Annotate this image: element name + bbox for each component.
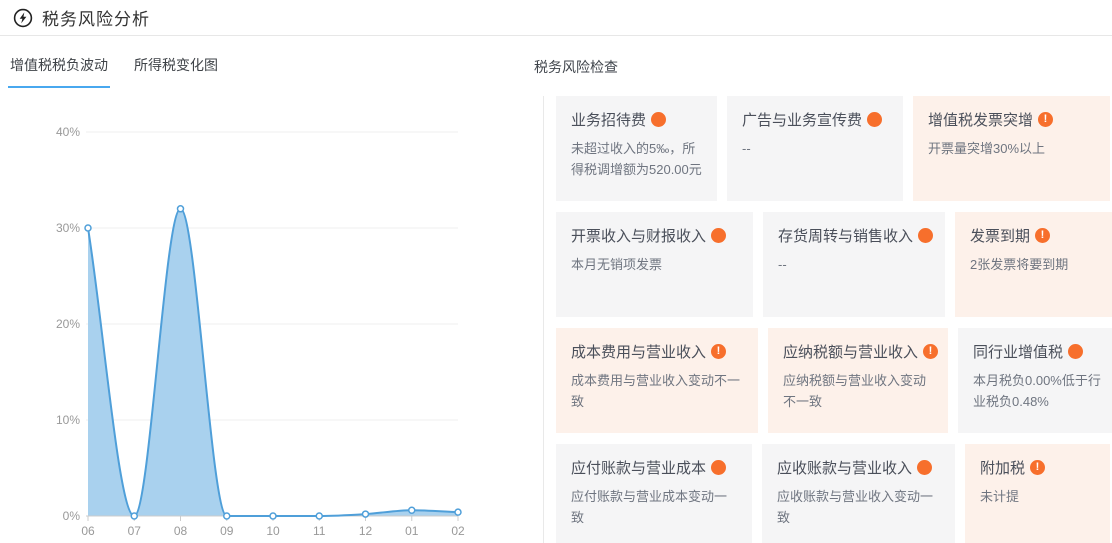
risk-card-cost-vs-revenue: 成本费用与营业收入! 成本费用与营业收入变动不一致 — [556, 328, 758, 433]
warning-icon: ! — [1035, 228, 1050, 243]
svg-text:11: 11 — [313, 524, 326, 538]
risk-card-desc: 本月无销项发票 — [571, 254, 738, 275]
risk-card-title: 存货周转与销售收入 — [778, 225, 913, 246]
content: 增值税税负波动 所得税变化图 0% 10% 20% 30% 40% 06 07 08 09 10 1… — [0, 36, 1112, 543]
risk-card-inventory-turnover: 存货周转与销售收入 -- — [763, 212, 945, 317]
risk-card-desc: 本月税负0.00%低于行业税负0.48% — [973, 370, 1101, 412]
page-header: 税务风险分析 — [0, 0, 1112, 36]
risk-card-title: 应付账款与营业成本 — [571, 457, 706, 478]
risk-card-desc: 未计提 — [980, 486, 1095, 507]
risk-card-title: 应纳税额与营业收入 — [783, 341, 918, 362]
risk-card-desc: 应付账款与营业成本变动一致 — [571, 486, 737, 528]
lightning-circle-icon — [13, 8, 33, 28]
risk-card-payables-vs-cost: 应付账款与营业成本 应付账款与营业成本变动一致 — [556, 444, 752, 543]
warning-icon: ! — [1038, 112, 1053, 127]
svg-text:20%: 20% — [56, 317, 80, 331]
svg-text:10%: 10% — [56, 413, 80, 427]
card-row: 应付账款与营业成本 应付账款与营业成本变动一致 应收账款与营业收入 应收账款与营… — [556, 444, 1112, 543]
chart-section: 增值税税负波动 所得税变化图 0% 10% 20% 30% 40% 06 07 08 09 10 1… — [0, 36, 534, 543]
warning-icon — [1068, 344, 1083, 359]
risk-card-desc: 应纳税额与营业收入变动不一致 — [783, 370, 933, 412]
warning-icon: ! — [711, 344, 726, 359]
risk-card-desc: 2张发票将要到期 — [970, 254, 1098, 275]
svg-text:30%: 30% — [56, 221, 80, 235]
warning-icon: ! — [923, 344, 938, 359]
svg-text:09: 09 — [220, 524, 234, 538]
svg-text:0%: 0% — [63, 509, 81, 523]
risk-card-title: 广告与业务宣传费 — [742, 109, 862, 130]
risk-card-title: 发票到期 — [970, 225, 1030, 246]
risk-cards-container: 业务招待费 未超过收入的5‰，所得税调增额为520.00元 广告与业务宣传费 -… — [543, 96, 1112, 543]
warning-icon — [711, 460, 726, 475]
risk-card-title: 应收账款与营业收入 — [777, 457, 912, 478]
risk-card-title: 业务招待费 — [571, 109, 646, 130]
risk-card-desc: -- — [742, 138, 888, 159]
tab-income-tax-change-chart[interactable]: 所得税变化图 — [132, 55, 220, 88]
risk-card-surtax: 附加税! 未计提 — [965, 444, 1110, 543]
warning-icon: ! — [1030, 460, 1045, 475]
risk-card-vat-invoice-surge: 增值税发票突增! 开票量突增30%以上 — [913, 96, 1110, 201]
risk-card-title: 附加税 — [980, 457, 1025, 478]
svg-text:12: 12 — [359, 524, 373, 538]
risk-check-panel: 税务风险检查 业务招待费 未超过收入的5‰，所得税调增额为520.00元 广告与… — [534, 36, 1112, 543]
risk-card-desc: 应收账款与营业收入变动一致 — [777, 486, 940, 528]
risk-card-business-entertainment: 业务招待费 未超过收入的5‰，所得税调增额为520.00元 — [556, 96, 717, 201]
svg-text:10: 10 — [266, 524, 280, 538]
risk-card-invoice-expiry: 发票到期! 2张发票将要到期 — [955, 212, 1112, 317]
warning-icon — [867, 112, 882, 127]
risk-card-desc: 开票量突增30%以上 — [928, 138, 1095, 159]
svg-text:08: 08 — [174, 524, 188, 538]
risk-card-tax-payable-vs-revenue: 应纳税额与营业收入! 应纳税额与营业收入变动不一致 — [768, 328, 948, 433]
risk-card-advertising: 广告与业务宣传费 -- — [727, 96, 903, 201]
tax-risk-analysis-page: 税务风险分析 增值税税负波动 所得税变化图 0% 10% 20% 30% 40% 06 07… — [0, 0, 1112, 543]
warning-icon — [711, 228, 726, 243]
risk-card-invoice-vs-financial-income: 开票收入与财报收入 本月无销项发票 — [556, 212, 753, 317]
panel-title: 税务风险检查 — [534, 57, 1112, 77]
svg-text:02: 02 — [451, 524, 465, 538]
risk-card-industry-vat: 同行业增值税 本月税负0.00%低于行业税负0.48% — [958, 328, 1112, 433]
svg-text:07: 07 — [128, 524, 142, 538]
risk-card-title: 开票收入与财报收入 — [571, 225, 706, 246]
risk-card-title: 同行业增值税 — [973, 341, 1063, 362]
tab-vat-burden-fluctuation[interactable]: 增值税税负波动 — [8, 55, 110, 88]
risk-card-desc: 成本费用与营业收入变动不一致 — [571, 370, 743, 412]
risk-card-receivables-vs-revenue: 应收账款与营业收入 应收账款与营业收入变动一致 — [762, 444, 955, 543]
page-title: 税务风险分析 — [42, 5, 150, 30]
svg-text:06: 06 — [81, 524, 95, 538]
risk-card-desc: 未超过收入的5‰，所得税调增额为520.00元 — [571, 138, 702, 180]
svg-text:40%: 40% — [56, 125, 80, 139]
svg-text:01: 01 — [405, 524, 419, 538]
risk-card-title: 增值税发票突增 — [928, 109, 1033, 130]
card-row: 开票收入与财报收入 本月无销项发票 存货周转与销售收入 -- 发票到期! 2张发… — [556, 212, 1112, 317]
warning-icon — [918, 228, 933, 243]
risk-card-title: 成本费用与营业收入 — [571, 341, 706, 362]
warning-icon — [651, 112, 666, 127]
risk-card-desc: -- — [778, 254, 930, 275]
warning-icon — [917, 460, 932, 475]
card-row: 成本费用与营业收入! 成本费用与营业收入变动不一致 应纳税额与营业收入! 应纳税… — [556, 328, 1112, 433]
tabs-bar: 增值税税负波动 所得税变化图 — [8, 55, 534, 88]
vat-burden-area-chart[interactable]: 0% 10% 20% 30% 40% 06 07 08 09 10 11 12 01 02 — [0, 92, 534, 543]
card-row: 业务招待费 未超过收入的5‰，所得税调增额为520.00元 广告与业务宣传费 -… — [556, 96, 1112, 201]
